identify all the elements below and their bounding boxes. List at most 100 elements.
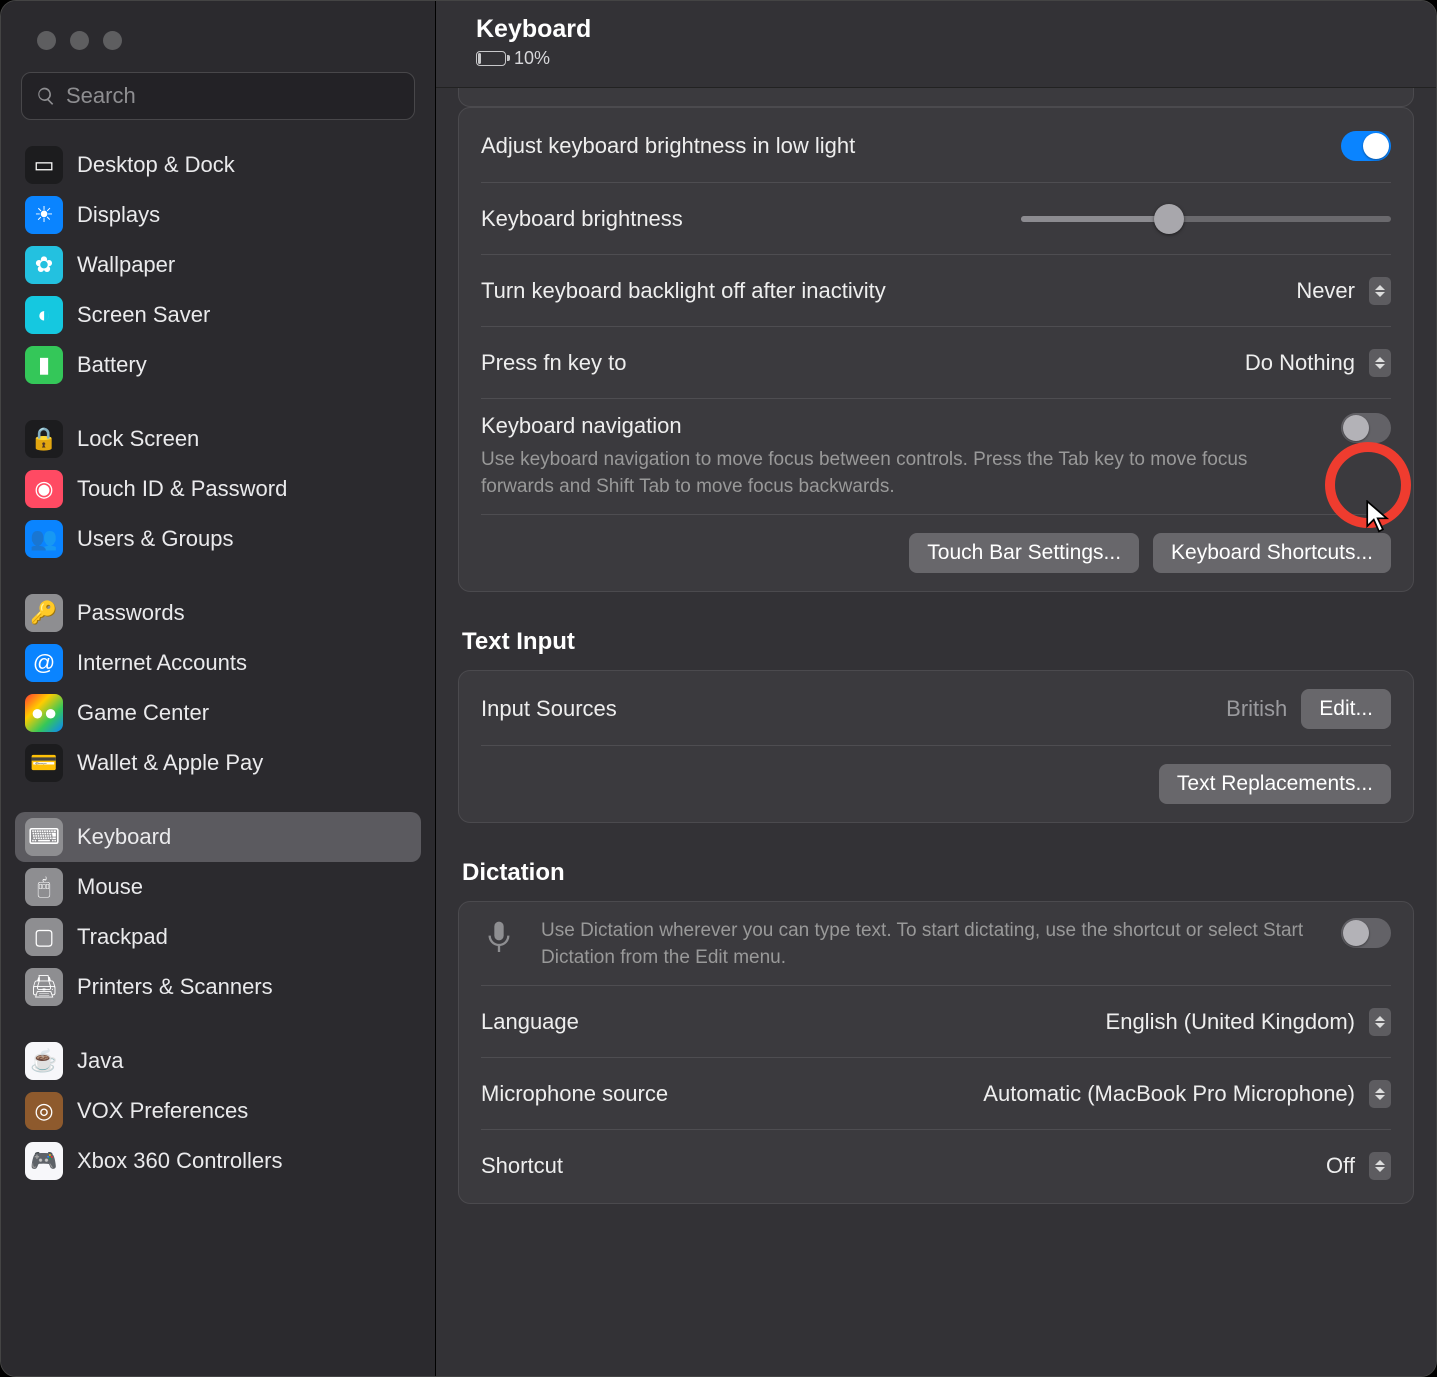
sidebar-item-printers[interactable]: 🖨 Printers & Scanners <box>15 962 421 1012</box>
row-brightness: Keyboard brightness <box>481 182 1391 254</box>
dictation-shortcut-label: Shortcut <box>481 1153 1312 1179</box>
battery-percent: 10% <box>514 48 550 69</box>
sidebar-item-java[interactable]: ☕Java <box>15 1036 421 1086</box>
microphone-icon <box>481 918 517 958</box>
printers-icon: 🖨 <box>25 968 63 1006</box>
sidebar-item-touch-id[interactable]: ◉Touch ID & Password <box>15 464 421 514</box>
close-button[interactable] <box>37 31 56 50</box>
row-backlight-off: Turn keyboard backlight off after inacti… <box>481 254 1391 326</box>
dictation-language-stepper[interactable] <box>1369 1008 1391 1036</box>
sidebar-item-label: Displays <box>77 202 160 228</box>
row-dictation-toggle: Use Dictation wherever you can type text… <box>481 904 1391 985</box>
wallet-icon: 💳 <box>25 744 63 782</box>
dictation-mic-value: Automatic (MacBook Pro Microphone) <box>983 1081 1355 1107</box>
adjust-brightness-toggle[interactable] <box>1341 131 1391 161</box>
content-scroll[interactable]: Adjust keyboard brightness in low light … <box>436 88 1436 1376</box>
sidebar-item-label: Mouse <box>77 874 143 900</box>
sidebar-item-xbox[interactable]: 🎮Xbox 360 Controllers <box>15 1136 421 1186</box>
sidebar-item-battery[interactable]: ▮ Battery <box>15 340 421 390</box>
sidebar-item-label: Touch ID & Password <box>77 476 287 502</box>
sidebar-nav: ▭Desktop & Dock ☀ Displays ✿ Wallpaper ◐Scree… <box>1 136 435 1376</box>
row-fn-key: Press fn key to Do Nothing <box>481 326 1391 398</box>
sidebar-item-label: Lock Screen <box>77 426 199 452</box>
sidebar-item-trackpad[interactable]: ▢Trackpad <box>15 912 421 962</box>
sidebar-item-internet-accounts[interactable]: @ Internet Accounts <box>15 638 421 688</box>
sidebar-item-label: Passwords <box>77 600 185 626</box>
backlight-off-stepper[interactable] <box>1369 277 1391 305</box>
fullscreen-button[interactable] <box>103 31 122 50</box>
dictation-shortcut-stepper[interactable] <box>1369 1152 1391 1180</box>
row-dictation-mic: Microphone source Automatic (MacBook Pro… <box>481 1057 1391 1129</box>
page-title: Keyboard <box>476 15 1410 44</box>
backlight-off-value: Never <box>1296 278 1355 304</box>
sidebar-item-label: Internet Accounts <box>77 650 247 676</box>
system-settings-window: ▭Desktop & Dock ☀ Displays ✿ Wallpaper ◐Scree… <box>0 0 1437 1377</box>
row-adjust-brightness: Adjust keyboard brightness in low light <box>481 110 1391 182</box>
sidebar-item-label: VOX Preferences <box>77 1098 248 1124</box>
panel-edge <box>458 88 1414 107</box>
keyboard-shortcuts-button[interactable]: Keyboard Shortcuts... <box>1153 533 1391 573</box>
fn-key-stepper[interactable] <box>1369 349 1391 377</box>
sidebar-item-wallpaper[interactable]: ✿ Wallpaper <box>15 240 421 290</box>
minimize-button[interactable] <box>70 31 89 50</box>
input-sources-value: British <box>1226 696 1287 722</box>
sidebar-item-wallet[interactable]: 💳 Wallet & Apple Pay <box>15 738 421 788</box>
sidebar-item-label: Screen Saver <box>77 302 210 328</box>
dictation-mic-stepper[interactable] <box>1369 1080 1391 1108</box>
sidebar-item-screen-saver[interactable]: ◐Screen Saver <box>15 290 421 340</box>
row-dictation-language: Language English (United Kingdom) <box>481 985 1391 1057</box>
window-controls <box>1 17 435 72</box>
sidebar-item-label: Xbox 360 Controllers <box>77 1148 282 1174</box>
sidebar-item-label: Battery <box>77 352 147 378</box>
wallpaper-icon: ✿ <box>25 246 63 284</box>
game-center-icon: ●● <box>25 694 63 732</box>
vox-icon: ◎ <box>25 1092 63 1130</box>
sidebar-item-label: Game Center <box>77 700 209 726</box>
lock-screen-icon: 🔒 <box>25 420 63 458</box>
sidebar-item-label: Printers & Scanners <box>77 974 273 1000</box>
touch-bar-settings-button[interactable]: Touch Bar Settings... <box>909 533 1139 573</box>
input-sources-label: Input Sources <box>481 696 1212 722</box>
content-header: Keyboard 10% <box>436 1 1436 88</box>
displays-icon: ☀ <box>25 196 63 234</box>
adjust-brightness-label: Adjust keyboard brightness in low light <box>481 133 1327 159</box>
dictation-panel: Use Dictation wherever you can type text… <box>458 901 1414 1204</box>
fn-key-value: Do Nothing <box>1245 350 1355 376</box>
fn-key-label: Press fn key to <box>481 350 1231 376</box>
sidebar: ▭Desktop & Dock ☀ Displays ✿ Wallpaper ◐Scree… <box>1 1 436 1376</box>
sidebar-item-passwords[interactable]: 🔑Passwords <box>15 588 421 638</box>
mouse-icon: 🖱 <box>25 868 63 906</box>
dictation-language-value: English (United Kingdom) <box>1106 1009 1355 1035</box>
dictation-desc: Use Dictation wherever you can type text… <box>541 918 1327 971</box>
input-sources-edit-button[interactable]: Edit... <box>1301 689 1391 729</box>
sidebar-item-displays[interactable]: ☀ Displays <box>15 190 421 240</box>
text-replacements-button[interactable]: Text Replacements... <box>1159 764 1391 804</box>
backlight-off-label: Turn keyboard backlight off after inacti… <box>481 278 1282 304</box>
battery-icon: ▮ <box>25 346 63 384</box>
keyboard-navigation-toggle[interactable] <box>1341 413 1391 443</box>
keyboard-navigation-label: Keyboard navigation <box>481 413 1327 439</box>
sidebar-item-label: Wallpaper <box>77 252 175 278</box>
search-field[interactable] <box>21 72 415 120</box>
sidebar-item-game-center[interactable]: ●● Game Center <box>15 688 421 738</box>
sidebar-item-vox[interactable]: ◎ VOX Preferences <box>15 1086 421 1136</box>
text-input-buttons: Text Replacements... <box>481 745 1391 820</box>
sidebar-item-label: Wallet & Apple Pay <box>77 750 263 776</box>
sidebar-item-mouse[interactable]: 🖱 Mouse <box>15 862 421 912</box>
brightness-slider[interactable] <box>1021 216 1391 222</box>
sidebar-item-desktop-dock[interactable]: ▭Desktop & Dock <box>15 140 421 190</box>
sidebar-item-lock-screen[interactable]: 🔒 Lock Screen <box>15 414 421 464</box>
sidebar-item-label: Trackpad <box>77 924 168 950</box>
row-input-sources: Input Sources British Edit... <box>481 673 1391 745</box>
row-dictation-shortcut: Shortcut Off <box>481 1129 1391 1201</box>
java-icon: ☕ <box>25 1042 63 1080</box>
search-input[interactable] <box>66 83 400 109</box>
sidebar-item-label: Desktop & Dock <box>77 152 235 178</box>
content-pane: Keyboard 10% Adjust keyboard brightness … <box>436 1 1436 1376</box>
dictation-toggle[interactable] <box>1341 918 1391 948</box>
sidebar-item-users-groups[interactable]: 👥Users & Groups <box>15 514 421 564</box>
dictation-language-label: Language <box>481 1009 1092 1035</box>
keyboard-icon: ⌨ <box>25 818 63 856</box>
sidebar-item-keyboard[interactable]: ⌨Keyboard <box>15 812 421 862</box>
internet-accounts-icon: @ <box>25 644 63 682</box>
